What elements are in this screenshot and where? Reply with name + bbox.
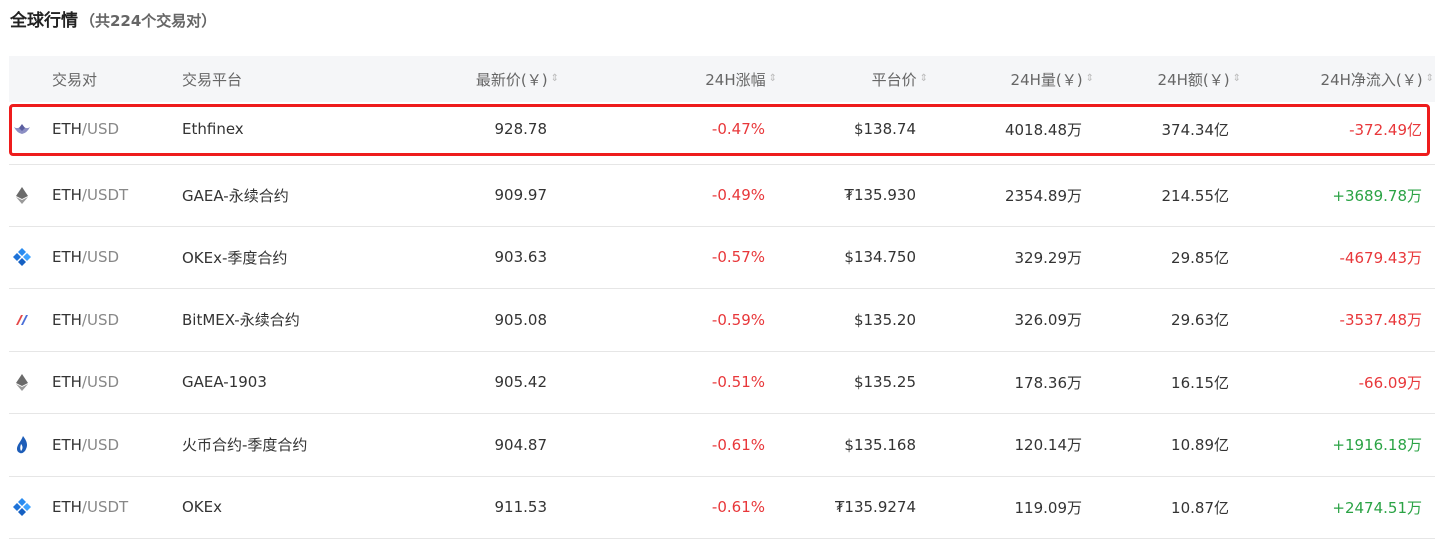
- pair-quote: /USDT: [82, 498, 128, 516]
- sort-icon: ⇕: [1086, 74, 1094, 84]
- col-header-amount-label: 24H额(￥): [1158, 69, 1230, 90]
- platform-price-cell: ₮135.930: [844, 165, 916, 226]
- table-row[interactable]: ETH/USDT OKEx 911.53 -0.61% ₮135.9274 119.09万…: [9, 477, 1435, 539]
- change-cell: -0.57%: [712, 227, 765, 289]
- sort-icon: ⇕: [769, 74, 777, 84]
- gaea-icon: [9, 352, 35, 414]
- highlight-box: [9, 104, 1430, 156]
- pair-quote: /USD: [82, 436, 119, 454]
- bitmex-icon: [9, 289, 35, 351]
- change-cell: -0.51%: [712, 352, 765, 414]
- pair-base: ETH: [52, 311, 82, 329]
- change-cell: -0.61%: [712, 477, 765, 539]
- sort-icon: ⇕: [1233, 74, 1241, 84]
- amount-cell: 16.15亿: [1171, 352, 1229, 414]
- col-header-change[interactable]: 24H涨幅 ⇕: [705, 56, 777, 102]
- pair-quote: /USD: [82, 311, 119, 329]
- net-flow-cell: -3537.48万: [1340, 289, 1422, 351]
- col-header-net-flow[interactable]: 24H净流入(￥)⇕: [1321, 56, 1434, 102]
- sort-icon: ⇕: [551, 74, 559, 84]
- exchange-cell[interactable]: 火币合约-季度合约: [182, 414, 307, 476]
- exchange-cell[interactable]: OKEx-季度合约: [182, 227, 287, 289]
- table-row[interactable]: ETH/USD GAEA-1903 905.42 -0.51% $135.25 178.3…: [9, 352, 1435, 415]
- volume-cell: 119.09万: [1015, 477, 1083, 539]
- pair-count: （共224个交易对）: [80, 10, 216, 31]
- table-row[interactable]: ETH/USD OKEx-季度合约 903.63 -0.57% $134.750 329.…: [9, 227, 1435, 290]
- pair-base: ETH: [52, 498, 82, 516]
- pair-base: ETH: [52, 373, 82, 391]
- huobi-icon: [9, 414, 35, 476]
- sort-icon: ⇕: [1426, 74, 1434, 84]
- pair-cell[interactable]: ETH/USDT: [52, 477, 128, 539]
- col-header-price[interactable]: 最新价(￥)⇕: [476, 56, 559, 102]
- pair-quote: /USDT: [82, 186, 128, 204]
- col-header-price-label: 最新价(￥): [476, 69, 548, 90]
- volume-cell: 2354.89万: [1005, 165, 1082, 226]
- change-cell: -0.49%: [712, 165, 765, 226]
- col-header-change-label: 24H涨幅: [705, 69, 765, 90]
- table-header: 交易对 交易平台 最新价(￥)⇕ 24H涨幅⇕ 平台价⇕ 24H量(￥)⇕ 24…: [9, 56, 1435, 102]
- platform-price-cell: $134.750: [844, 227, 916, 289]
- okex-icon: [9, 477, 35, 539]
- pair-quote: /USD: [82, 248, 119, 266]
- platform-price-cell: ₮135.9274: [835, 477, 916, 539]
- okex-icon: [9, 227, 35, 289]
- section-title: 全球行情 （共224个交易对）: [10, 6, 216, 32]
- col-header-volume[interactable]: 24H量(￥)⇕: [1011, 56, 1094, 102]
- net-flow-cell: +3689.78万: [1332, 165, 1422, 226]
- exchange-cell[interactable]: BitMEX-永续合约: [182, 289, 300, 351]
- pair-cell[interactable]: ETH/USDT: [52, 165, 128, 226]
- amount-cell: 10.87亿: [1171, 477, 1229, 539]
- net-flow-cell: +1916.18万: [1332, 414, 1422, 476]
- price-cell: 905.42: [495, 352, 548, 414]
- pair-cell[interactable]: ETH/USD: [52, 289, 119, 351]
- platform-price-cell: $135.168: [844, 414, 916, 476]
- table-row[interactable]: ETH/USDT GAEA-永续合约 909.97 -0.49% ₮135.930 235…: [9, 164, 1435, 227]
- exchange-cell[interactable]: GAEA-永续合约: [182, 165, 289, 226]
- price-cell: 903.63: [495, 227, 548, 289]
- change-cell: -0.61%: [712, 414, 765, 476]
- volume-cell: 120.14万: [1015, 414, 1083, 476]
- net-flow-cell: -66.09万: [1359, 352, 1422, 414]
- exchange-cell[interactable]: GAEA-1903: [182, 352, 267, 414]
- price-cell: 911.53: [495, 477, 548, 539]
- pair-quote: /USD: [82, 373, 119, 391]
- platform-price-cell: $135.20: [854, 289, 916, 351]
- change-cell: -0.59%: [712, 289, 765, 351]
- price-cell: 905.08: [495, 289, 548, 351]
- amount-cell: 214.55亿: [1162, 165, 1230, 226]
- net-flow-cell: +2474.51万: [1332, 477, 1422, 539]
- sort-icon: ⇕: [920, 74, 928, 84]
- col-header-exchange: 交易平台: [182, 56, 242, 102]
- pair-cell[interactable]: ETH/USD: [52, 227, 119, 289]
- exchange-cell[interactable]: OKEx: [182, 477, 222, 539]
- col-header-pair: 交易对: [52, 56, 97, 102]
- amount-cell: 29.85亿: [1171, 227, 1229, 289]
- col-header-net-flow-label: 24H净流入(￥): [1321, 69, 1423, 90]
- col-header-volume-label: 24H量(￥): [1011, 69, 1083, 90]
- col-header-platform-price-label: 平台价: [872, 69, 917, 90]
- table-row[interactable]: ETH/USD 火币合约-季度合约 904.87 -0.61% $135.168 120.…: [9, 414, 1435, 477]
- platform-price-cell: $135.25: [854, 352, 916, 414]
- pair-base: ETH: [52, 248, 82, 266]
- price-cell: 904.87: [495, 414, 548, 476]
- volume-cell: 329.29万: [1015, 227, 1083, 289]
- table-row[interactable]: ETH/USD BitMEX-永续合约 905.08 -0.59% $135.20 326…: [9, 289, 1435, 352]
- amount-cell: 29.63亿: [1171, 289, 1229, 351]
- pair-base: ETH: [52, 186, 82, 204]
- volume-cell: 178.36万: [1015, 352, 1083, 414]
- volume-cell: 326.09万: [1015, 289, 1083, 351]
- page-title: 全球行情: [10, 6, 78, 31]
- price-cell: 909.97: [495, 165, 548, 226]
- col-header-platform-price[interactable]: 平台价⇕: [872, 56, 928, 102]
- pair-base: ETH: [52, 436, 82, 454]
- gaea-icon: [9, 165, 35, 226]
- pair-cell[interactable]: ETH/USD: [52, 352, 119, 414]
- net-flow-cell: -4679.43万: [1340, 227, 1422, 289]
- amount-cell: 10.89亿: [1171, 414, 1229, 476]
- col-header-amount[interactable]: 24H额(￥)⇕: [1158, 56, 1241, 102]
- pair-cell[interactable]: ETH/USD: [52, 414, 119, 476]
